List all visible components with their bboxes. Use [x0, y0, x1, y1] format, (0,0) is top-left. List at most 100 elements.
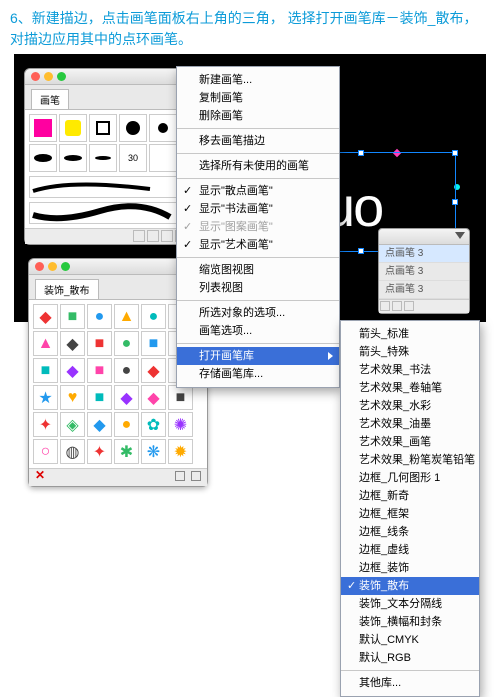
- minimize-icon[interactable]: [44, 72, 53, 81]
- menu-item[interactable]: 边框_线条: [341, 523, 479, 541]
- deco-swatch[interactable]: ■: [87, 385, 112, 410]
- minimize-icon[interactable]: [48, 262, 57, 271]
- menu-item[interactable]: 边框_新奇: [341, 487, 479, 505]
- menu-item[interactable]: 边框_框架: [341, 505, 479, 523]
- brush-instance-row[interactable]: 点画笔 3: [379, 263, 469, 281]
- panel-footer-btn[interactable]: [404, 301, 414, 311]
- brush-library-submenu[interactable]: 箭头_标准箭头_特殊艺术效果_书法艺术效果_卷轴笔艺术效果_水彩艺术效果_油墨艺…: [340, 320, 480, 697]
- delete-icon[interactable]: ✕: [35, 468, 45, 482]
- panel-header[interactable]: [379, 229, 469, 245]
- menu-item[interactable]: 艺术效果_粉笔炭笔铅笔: [341, 451, 479, 469]
- deco-swatch[interactable]: ❋: [141, 439, 166, 464]
- menu-item[interactable]: 画笔选项...: [177, 322, 339, 340]
- submenu-arrow-icon: [328, 352, 333, 360]
- deco-swatch[interactable]: ✦: [33, 412, 58, 437]
- panel-footer-btn[interactable]: [161, 230, 173, 242]
- menu-item[interactable]: 复制画笔: [177, 89, 339, 107]
- menu-item[interactable]: 装饰_文本分隔线: [341, 595, 479, 613]
- deco-swatch[interactable]: ★: [33, 385, 58, 410]
- brushes-flyout-menu[interactable]: 新建画笔...复制画笔删除画笔移去画笔描边选择所有未使用的画笔显示"散点画笔"显…: [176, 66, 340, 388]
- deco-swatch[interactable]: ■: [33, 358, 58, 383]
- deco-swatch[interactable]: ■: [168, 385, 193, 410]
- deco-swatch[interactable]: ●: [114, 358, 139, 383]
- menu-item[interactable]: 艺术效果_书法: [341, 361, 479, 379]
- menu-item[interactable]: 移去画笔描边: [177, 132, 339, 150]
- stroke-preview[interactable]: [29, 202, 187, 224]
- menu-item[interactable]: 列表视图: [177, 279, 339, 297]
- panel-footer-btn[interactable]: [175, 471, 185, 481]
- panel-footer-btn[interactable]: [191, 471, 201, 481]
- zoom-icon[interactable]: [61, 262, 70, 271]
- menu-item[interactable]: 边框_装饰: [341, 559, 479, 577]
- panel-footer-btn[interactable]: [147, 230, 159, 242]
- stroke-preview[interactable]: [29, 176, 187, 198]
- panel-tab[interactable]: 画笔: [31, 89, 69, 109]
- menu-item[interactable]: 装饰_散布: [341, 577, 479, 595]
- deco-swatch[interactable]: ✹: [168, 439, 193, 464]
- menu-item[interactable]: 边框_几何图形 1: [341, 469, 479, 487]
- menu-item[interactable]: 显示"书法画笔": [177, 200, 339, 218]
- deco-swatch[interactable]: ◆: [87, 412, 112, 437]
- deco-swatch[interactable]: ◆: [114, 385, 139, 410]
- brush-swatches[interactable]: 30: [29, 114, 187, 172]
- deco-swatch[interactable]: ◆: [60, 358, 85, 383]
- deco-swatch[interactable]: ■: [87, 358, 112, 383]
- deco-swatch[interactable]: ✺: [168, 412, 193, 437]
- menu-item[interactable]: 选择所有未使用的画笔: [177, 157, 339, 175]
- deco-swatch[interactable]: ♥: [60, 385, 85, 410]
- panel-tab[interactable]: 装饰_散布: [35, 279, 99, 299]
- menu-item[interactable]: 显示"散点画笔": [177, 182, 339, 200]
- deco-swatch[interactable]: ✿: [141, 412, 166, 437]
- brush-instances-panel[interactable]: 点画笔 3点画笔 3点画笔 3: [378, 228, 470, 314]
- menu-item[interactable]: 存储画笔库...: [177, 365, 339, 383]
- deco-swatch[interactable]: ■: [60, 304, 85, 329]
- menu-item[interactable]: 箭头_标准: [341, 325, 479, 343]
- deco-swatch[interactable]: ■: [87, 331, 112, 356]
- menu-item[interactable]: 装饰_横幅和封条: [341, 613, 479, 631]
- deco-swatch[interactable]: ●: [114, 331, 139, 356]
- deco-swatch[interactable]: ✦: [87, 439, 112, 464]
- brush-instance-row[interactable]: 点画笔 3: [379, 245, 469, 263]
- deco-swatch[interactable]: ◍: [60, 439, 85, 464]
- menu-item: 显示"图案画笔": [177, 218, 339, 236]
- menu-item[interactable]: 箭头_特殊: [341, 343, 479, 361]
- brush-instance-row[interactable]: 点画笔 3: [379, 281, 469, 299]
- deco-swatch[interactable]: ◆: [141, 358, 166, 383]
- menu-item[interactable]: 艺术效果_油墨: [341, 415, 479, 433]
- deco-swatch[interactable]: ●: [87, 304, 112, 329]
- menu-item[interactable]: 删除画笔: [177, 107, 339, 125]
- step-instruction: 6、新建描边，点击画笔面板右上角的三角， 选择打开画笔库－装饰_散布，对描边应用…: [0, 0, 500, 54]
- deco-swatch[interactable]: ●: [141, 304, 166, 329]
- close-icon[interactable]: [35, 262, 44, 271]
- panel-titlebar[interactable]: [25, 69, 191, 85]
- menu-item[interactable]: 显示"艺术画笔": [177, 236, 339, 254]
- flyout-menu-icon[interactable]: [455, 232, 465, 239]
- brushes-panel[interactable]: 画笔 30: [24, 68, 192, 245]
- panel-footer-btn[interactable]: [392, 301, 402, 311]
- menu-item[interactable]: 缩览图视图: [177, 261, 339, 279]
- menu-item[interactable]: 艺术效果_水彩: [341, 397, 479, 415]
- menu-item[interactable]: 打开画笔库: [177, 347, 339, 365]
- deco-swatch[interactable]: ◆: [60, 331, 85, 356]
- menu-item[interactable]: 新建画笔...: [177, 71, 339, 89]
- deco-swatch[interactable]: ■: [141, 331, 166, 356]
- deco-swatch[interactable]: ●: [114, 412, 139, 437]
- menu-item[interactable]: 默认_RGB: [341, 649, 479, 667]
- deco-swatch[interactable]: ✱: [114, 439, 139, 464]
- menu-item[interactable]: 所选对象的选项...: [177, 304, 339, 322]
- deco-swatch[interactable]: ○: [33, 439, 58, 464]
- deco-swatch[interactable]: ◈: [60, 412, 85, 437]
- menu-item[interactable]: 其他库...: [341, 674, 479, 692]
- menu-item[interactable]: 艺术效果_卷轴笔: [341, 379, 479, 397]
- deco-swatch[interactable]: ▲: [33, 331, 58, 356]
- panel-footer-btn[interactable]: [133, 230, 145, 242]
- deco-swatch[interactable]: ▲: [114, 304, 139, 329]
- menu-item[interactable]: 边框_虚线: [341, 541, 479, 559]
- menu-item[interactable]: 艺术效果_画笔: [341, 433, 479, 451]
- menu-item[interactable]: 默认_CMYK: [341, 631, 479, 649]
- deco-swatch[interactable]: ◆: [33, 304, 58, 329]
- panel-footer-btn[interactable]: [380, 301, 390, 311]
- close-icon[interactable]: [31, 72, 40, 81]
- deco-swatch[interactable]: ◆: [141, 385, 166, 410]
- zoom-icon[interactable]: [57, 72, 66, 81]
